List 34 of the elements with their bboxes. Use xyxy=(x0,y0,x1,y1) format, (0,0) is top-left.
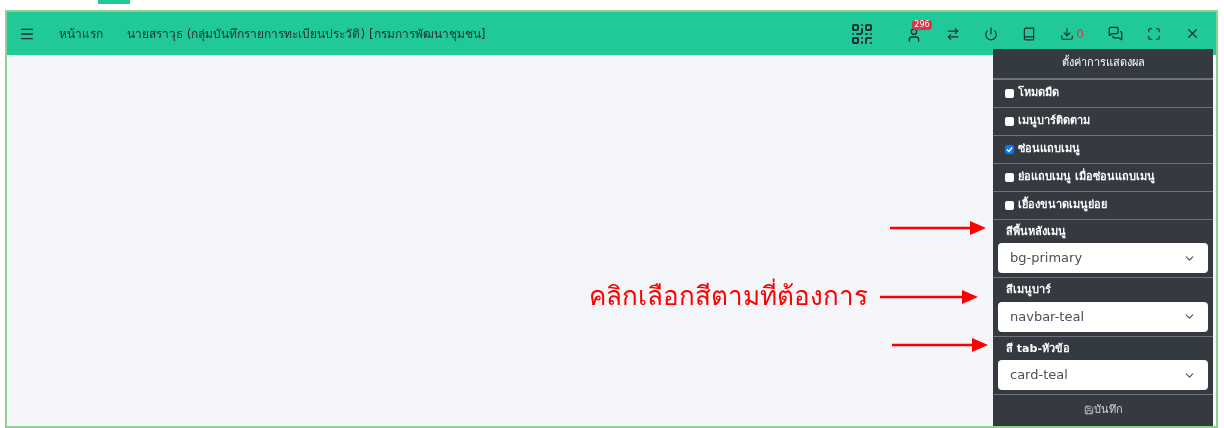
swap-icon[interactable] xyxy=(946,26,961,41)
toggle-row[interactable]: โหมดมืด xyxy=(993,79,1213,108)
panel-title: ตั้งค่าการแสดงผล xyxy=(993,49,1213,80)
chat-icon[interactable] xyxy=(1108,26,1123,41)
nav-link[interactable]: หน้าแรก xyxy=(59,24,103,43)
close-icon[interactable] xyxy=(1185,26,1200,41)
power-icon[interactable] xyxy=(984,26,999,41)
notification-badge: 296 xyxy=(912,19,932,30)
toggle-row[interactable]: ซ่อนแถบเมนู xyxy=(993,135,1213,164)
qr-code-icon[interactable] xyxy=(850,21,875,46)
toggle-row[interactable]: เยื้องขนาดเมนูย่อย xyxy=(993,191,1213,220)
checkbox[interactable] xyxy=(1005,88,1014,98)
fullscreen-icon[interactable] xyxy=(1147,26,1161,41)
download-icon xyxy=(1060,26,1075,41)
book-icon[interactable] xyxy=(1022,26,1037,41)
select-field[interactable]: card-teal xyxy=(998,360,1208,390)
download-count: 0 xyxy=(1076,25,1084,43)
select-field[interactable]: bg-primary xyxy=(998,243,1208,273)
save-icon xyxy=(1083,405,1094,416)
checkbox[interactable] xyxy=(1005,200,1014,210)
tab-marker xyxy=(98,0,130,4)
nav-link[interactable]: นายสราวุธ (กลุ่มบันทึกรายการทะเบียนประวัติ) [กรมการพัฒนาชุมชน] xyxy=(127,24,486,43)
annotation-text: คลิกเลือกสีตามที่ต้องการ xyxy=(589,277,868,316)
toggle-row[interactable]: เมนูบาร์ติดตาม xyxy=(993,107,1213,136)
save-button[interactable]: บันทึก xyxy=(993,395,1213,426)
select-label: สีพื้นหลังเมนู xyxy=(1005,223,1067,240)
toggle-row[interactable]: ย่อแถบเมนู เมื่อซ่อนแถบเมนู xyxy=(993,163,1213,192)
checkbox[interactable] xyxy=(1005,144,1014,154)
select-label: สี tab-หัวข้อ xyxy=(1005,340,1071,357)
checkbox[interactable] xyxy=(1005,172,1014,182)
check-icon xyxy=(1006,145,1013,153)
checkbox[interactable] xyxy=(1005,116,1014,126)
select-field[interactable]: navbar-teal xyxy=(998,301,1208,332)
select-label: สีเมนูบาร์ xyxy=(1005,282,1052,299)
